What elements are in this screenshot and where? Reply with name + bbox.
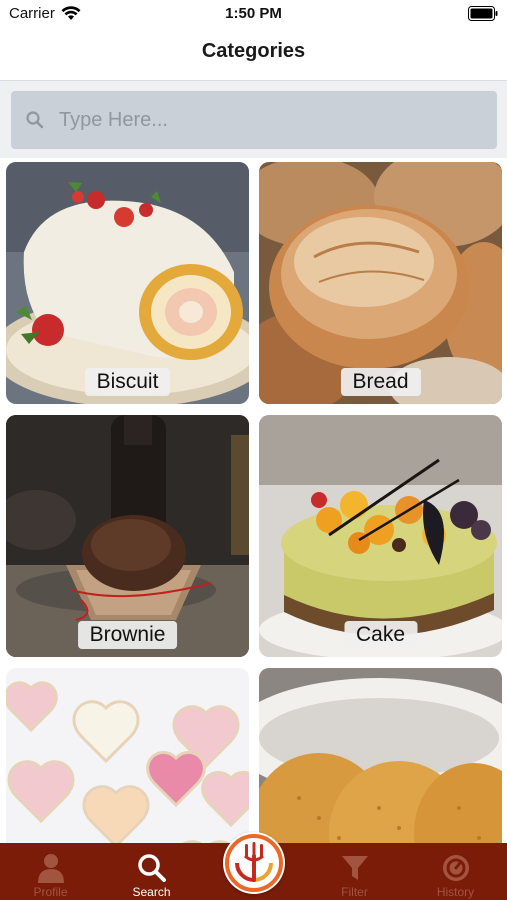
fork-logo-icon — [225, 834, 283, 892]
category-label: Biscuit — [84, 368, 171, 396]
center-logo-button[interactable] — [223, 832, 285, 894]
tab-search[interactable]: Search — [101, 843, 202, 900]
tab-profile[interactable]: Profile — [0, 843, 101, 900]
filter-icon — [341, 856, 368, 880]
tab-label: Filter — [341, 885, 368, 899]
category-label: Bread — [340, 368, 421, 396]
tab-label: Profile — [33, 885, 68, 899]
category-label: Cake — [343, 621, 418, 649]
category-card-brownie[interactable]: Brownie — [6, 415, 249, 657]
search-icon — [137, 854, 166, 882]
person-icon — [37, 854, 64, 883]
category-card-bread[interactable]: Bread — [259, 162, 502, 404]
battery-icon — [468, 6, 498, 21]
tab-label: Search — [132, 885, 171, 899]
tab-history[interactable]: History — [405, 843, 506, 900]
search-input[interactable] — [59, 91, 479, 149]
search-box[interactable] — [11, 91, 497, 149]
tab-label: History — [436, 885, 475, 899]
search-bar — [0, 80, 507, 158]
category-card-biscuit[interactable]: Biscuit — [6, 162, 249, 404]
page-title: Categories — [201, 40, 306, 62]
category-card-cake[interactable]: Cake — [259, 415, 502, 657]
status-bar: Carrier 1:50 PM — [0, 0, 507, 28]
history-icon — [442, 855, 469, 881]
tab-filter[interactable]: Filter — [304, 843, 405, 900]
clock: 1:50 PM — [225, 5, 282, 22]
category-label: Brownie — [77, 621, 178, 649]
search-icon — [26, 111, 44, 129]
